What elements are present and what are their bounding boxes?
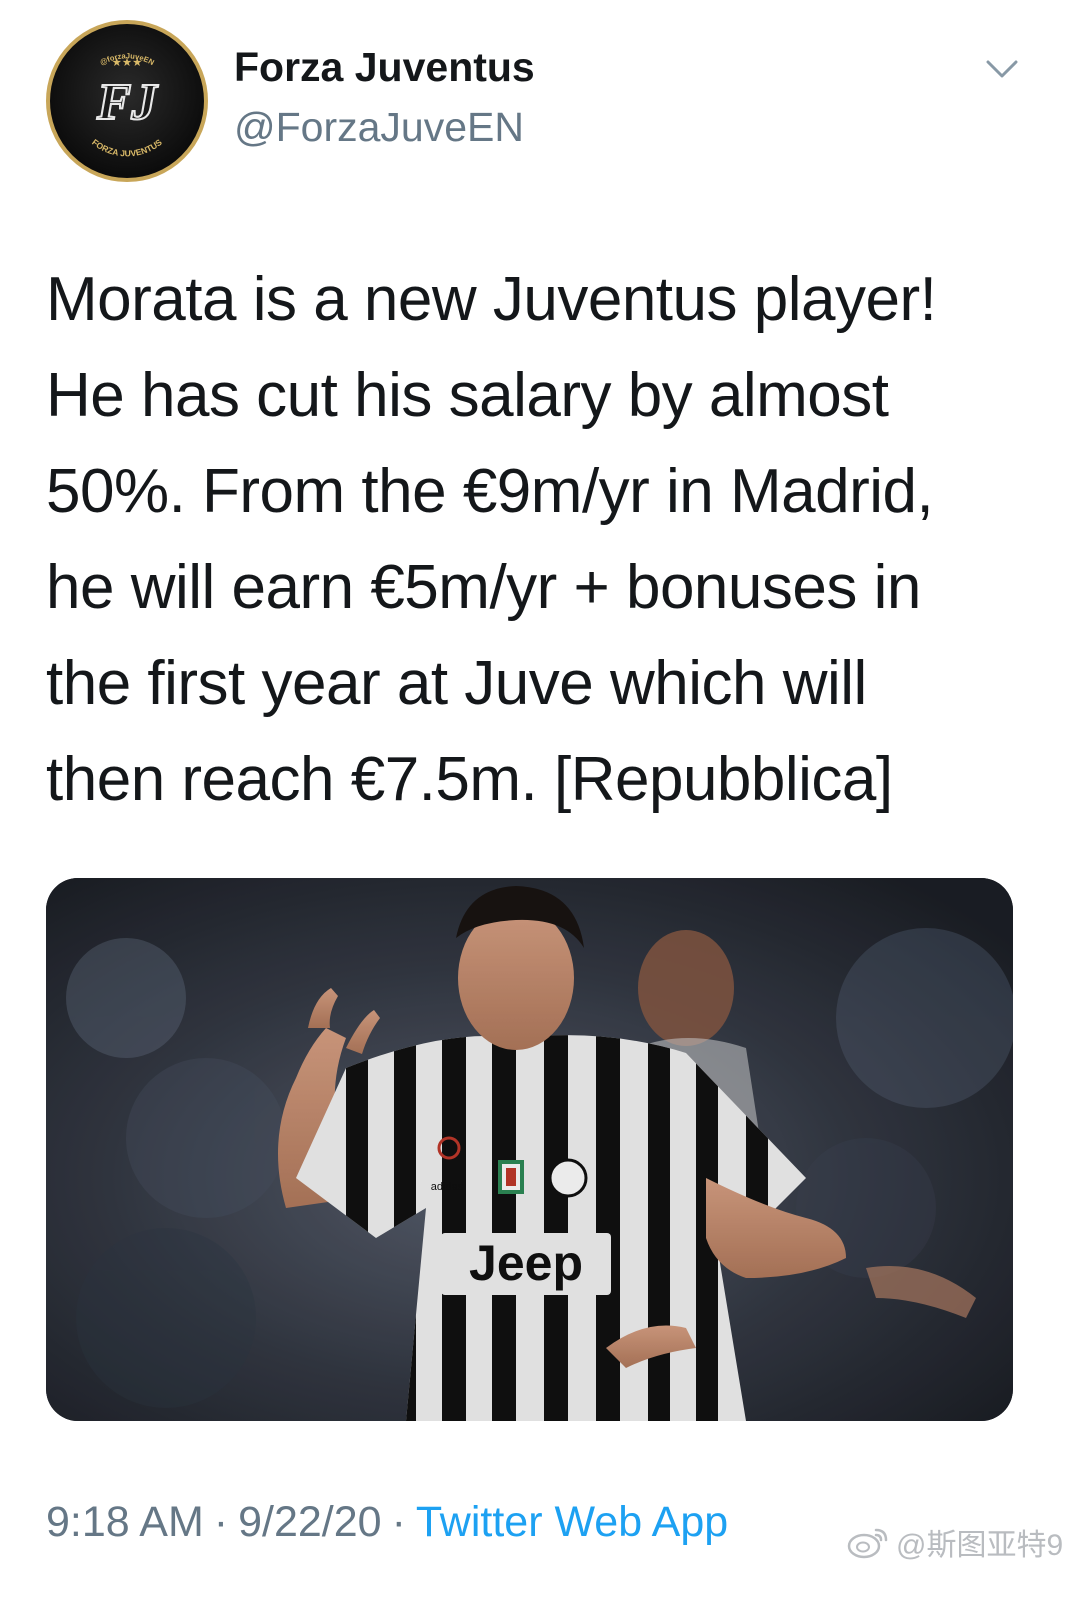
tweet-time[interactable]: 9:18 AM [46,1498,204,1546]
tweet-text-line: he will earn €5m/yr + bonuses in [46,553,921,622]
tweet-text-line: He has cut his salary by almost [46,361,889,430]
display-name[interactable]: Forza Juventus [234,44,535,91]
svg-text:FORZA JUVENTUS: FORZA JUVENTUS [90,137,164,159]
user-handle[interactable]: @ForzaJuveEN [234,104,524,151]
avatar[interactable]: @forzaJuveEN ★★★ FJ FORZA JUVENTUS [46,20,208,182]
weibo-watermark: @斯图亚特9 [846,1522,1063,1562]
tweet-text-line: 50%. From the €9m/yr in Madrid, [46,457,934,526]
tweet-date[interactable]: 9/22/20 [238,1498,381,1546]
avatar-monogram: FJ [96,74,159,131]
tweet-media-photo[interactable]: Jeep adidas [46,878,1013,1421]
player-celebration-photo: Jeep adidas [46,878,1013,1421]
meta-separator: · [391,1498,406,1546]
meta-separator: · [213,1498,229,1546]
weibo-icon [846,1524,890,1560]
tweet-text: Morata is a new Juventus player! He has … [46,252,1056,828]
tweet-text-line: the first year at Juve which will [46,649,867,718]
tweet-metadata: 9:18 AM · 9/22/20 · Twitter Web App [46,1498,728,1547]
tweet-text-line: then reach €7.5m. [Repubblica] [46,745,893,814]
source-app-link[interactable]: Twitter Web App [416,1498,728,1546]
tweet-menu-button[interactable] [978,50,1026,90]
avatar-stars: ★★★ [112,57,143,69]
tweet-text-line: Morata is a new Juventus player! [46,265,937,334]
chevron-down-icon [986,60,1018,78]
watermark-text: @斯图亚特9 [896,1529,1064,1562]
avatar-bottom-text: FORZA JUVENTUS [90,137,164,159]
forza-juventus-logo: @forzaJuveEN ★★★ FJ FORZA JUVENTUS [90,51,164,159]
